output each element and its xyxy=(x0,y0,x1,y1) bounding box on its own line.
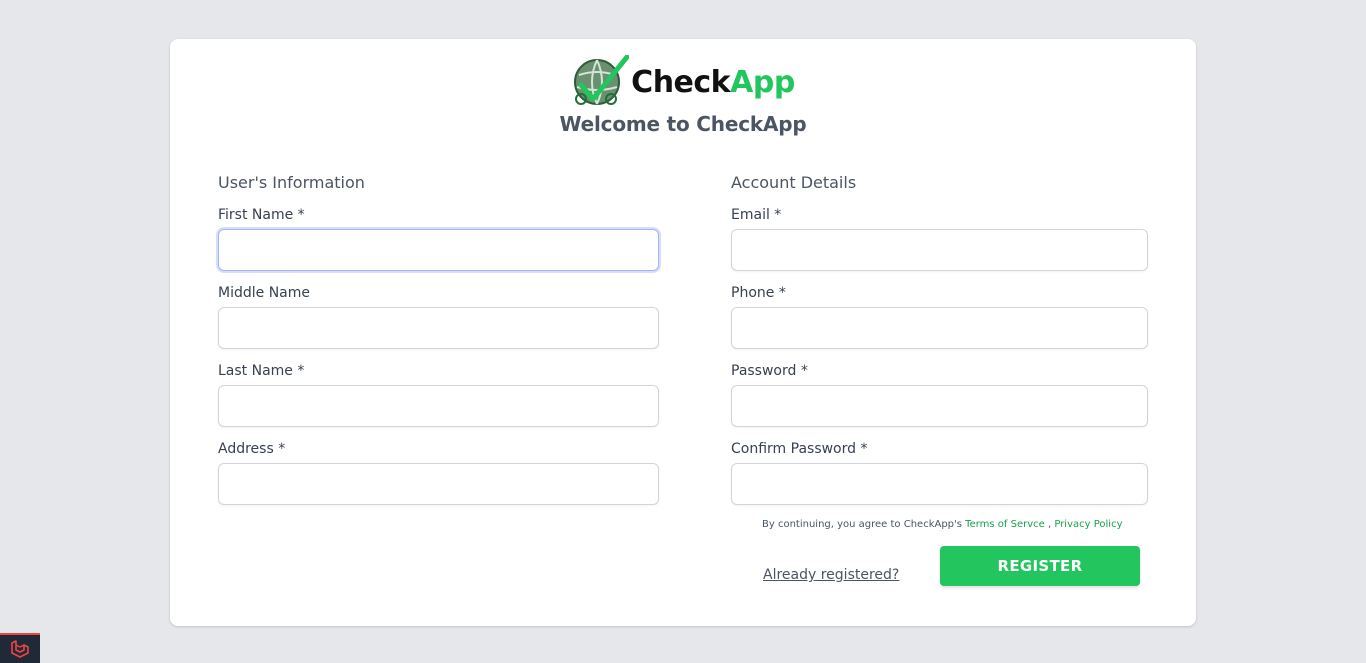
email-input[interactable] xyxy=(731,229,1148,271)
brand-name-part2: App xyxy=(730,65,795,100)
phone-input[interactable] xyxy=(731,307,1148,349)
middle-name-field-group: Middle Name xyxy=(218,283,659,361)
account-details-title: Account Details xyxy=(731,173,857,192)
globe-check-icon xyxy=(574,55,630,105)
phone-label: Phone * xyxy=(731,285,786,301)
register-button[interactable]: REGISTER xyxy=(940,546,1140,586)
first-name-field-group: First Name * xyxy=(218,205,659,283)
middle-name-label: Middle Name xyxy=(218,285,310,301)
address-label: Address * xyxy=(218,441,286,457)
already-registered-link[interactable]: Already registered? xyxy=(763,567,899,583)
email-field-group: Email * xyxy=(731,205,1148,283)
user-info-section: User's Information First Name * Middle N… xyxy=(218,172,659,517)
confirm-password-label: Confirm Password * xyxy=(731,441,868,457)
address-field-group: Address * xyxy=(218,439,659,517)
terms-prefix: By continuing, you agree to CheckApp's xyxy=(762,519,966,530)
last-name-field-group: Last Name * xyxy=(218,361,659,439)
confirm-password-field-group: Confirm Password * xyxy=(731,439,1148,517)
brand-name: CheckApp xyxy=(631,68,795,98)
password-input[interactable] xyxy=(731,385,1148,427)
address-input[interactable] xyxy=(218,463,659,505)
last-name-input[interactable] xyxy=(218,385,659,427)
terms-notice: By continuing, you agree to CheckApp's T… xyxy=(762,519,1123,530)
terms-of-service-link[interactable]: Terms of Servce xyxy=(965,519,1045,530)
terms-separator: , xyxy=(1044,519,1055,530)
brand-header: CheckApp xyxy=(170,53,1196,111)
register-card: CheckApp Welcome to CheckApp User's Info… xyxy=(170,39,1196,626)
phone-field-group: Phone * xyxy=(731,283,1148,361)
privacy-policy-link[interactable]: Privacy Policy xyxy=(1054,519,1122,530)
user-info-title: User's Information xyxy=(218,173,365,192)
account-details-section: Account Details Email * Phone * Password… xyxy=(731,172,1148,517)
email-label: Email * xyxy=(731,207,782,223)
debug-toolbar-badge[interactable] xyxy=(0,633,40,663)
first-name-label: First Name * xyxy=(218,207,305,223)
password-field-group: Password * xyxy=(731,361,1148,439)
page-title: Welcome to CheckApp xyxy=(559,112,807,136)
first-name-input[interactable] xyxy=(218,229,659,271)
brand-name-part1: Check xyxy=(631,65,731,100)
last-name-label: Last Name * xyxy=(218,363,305,379)
confirm-password-input[interactable] xyxy=(731,463,1148,505)
middle-name-input[interactable] xyxy=(218,307,659,349)
laravel-icon xyxy=(11,640,29,658)
password-label: Password * xyxy=(731,363,808,379)
